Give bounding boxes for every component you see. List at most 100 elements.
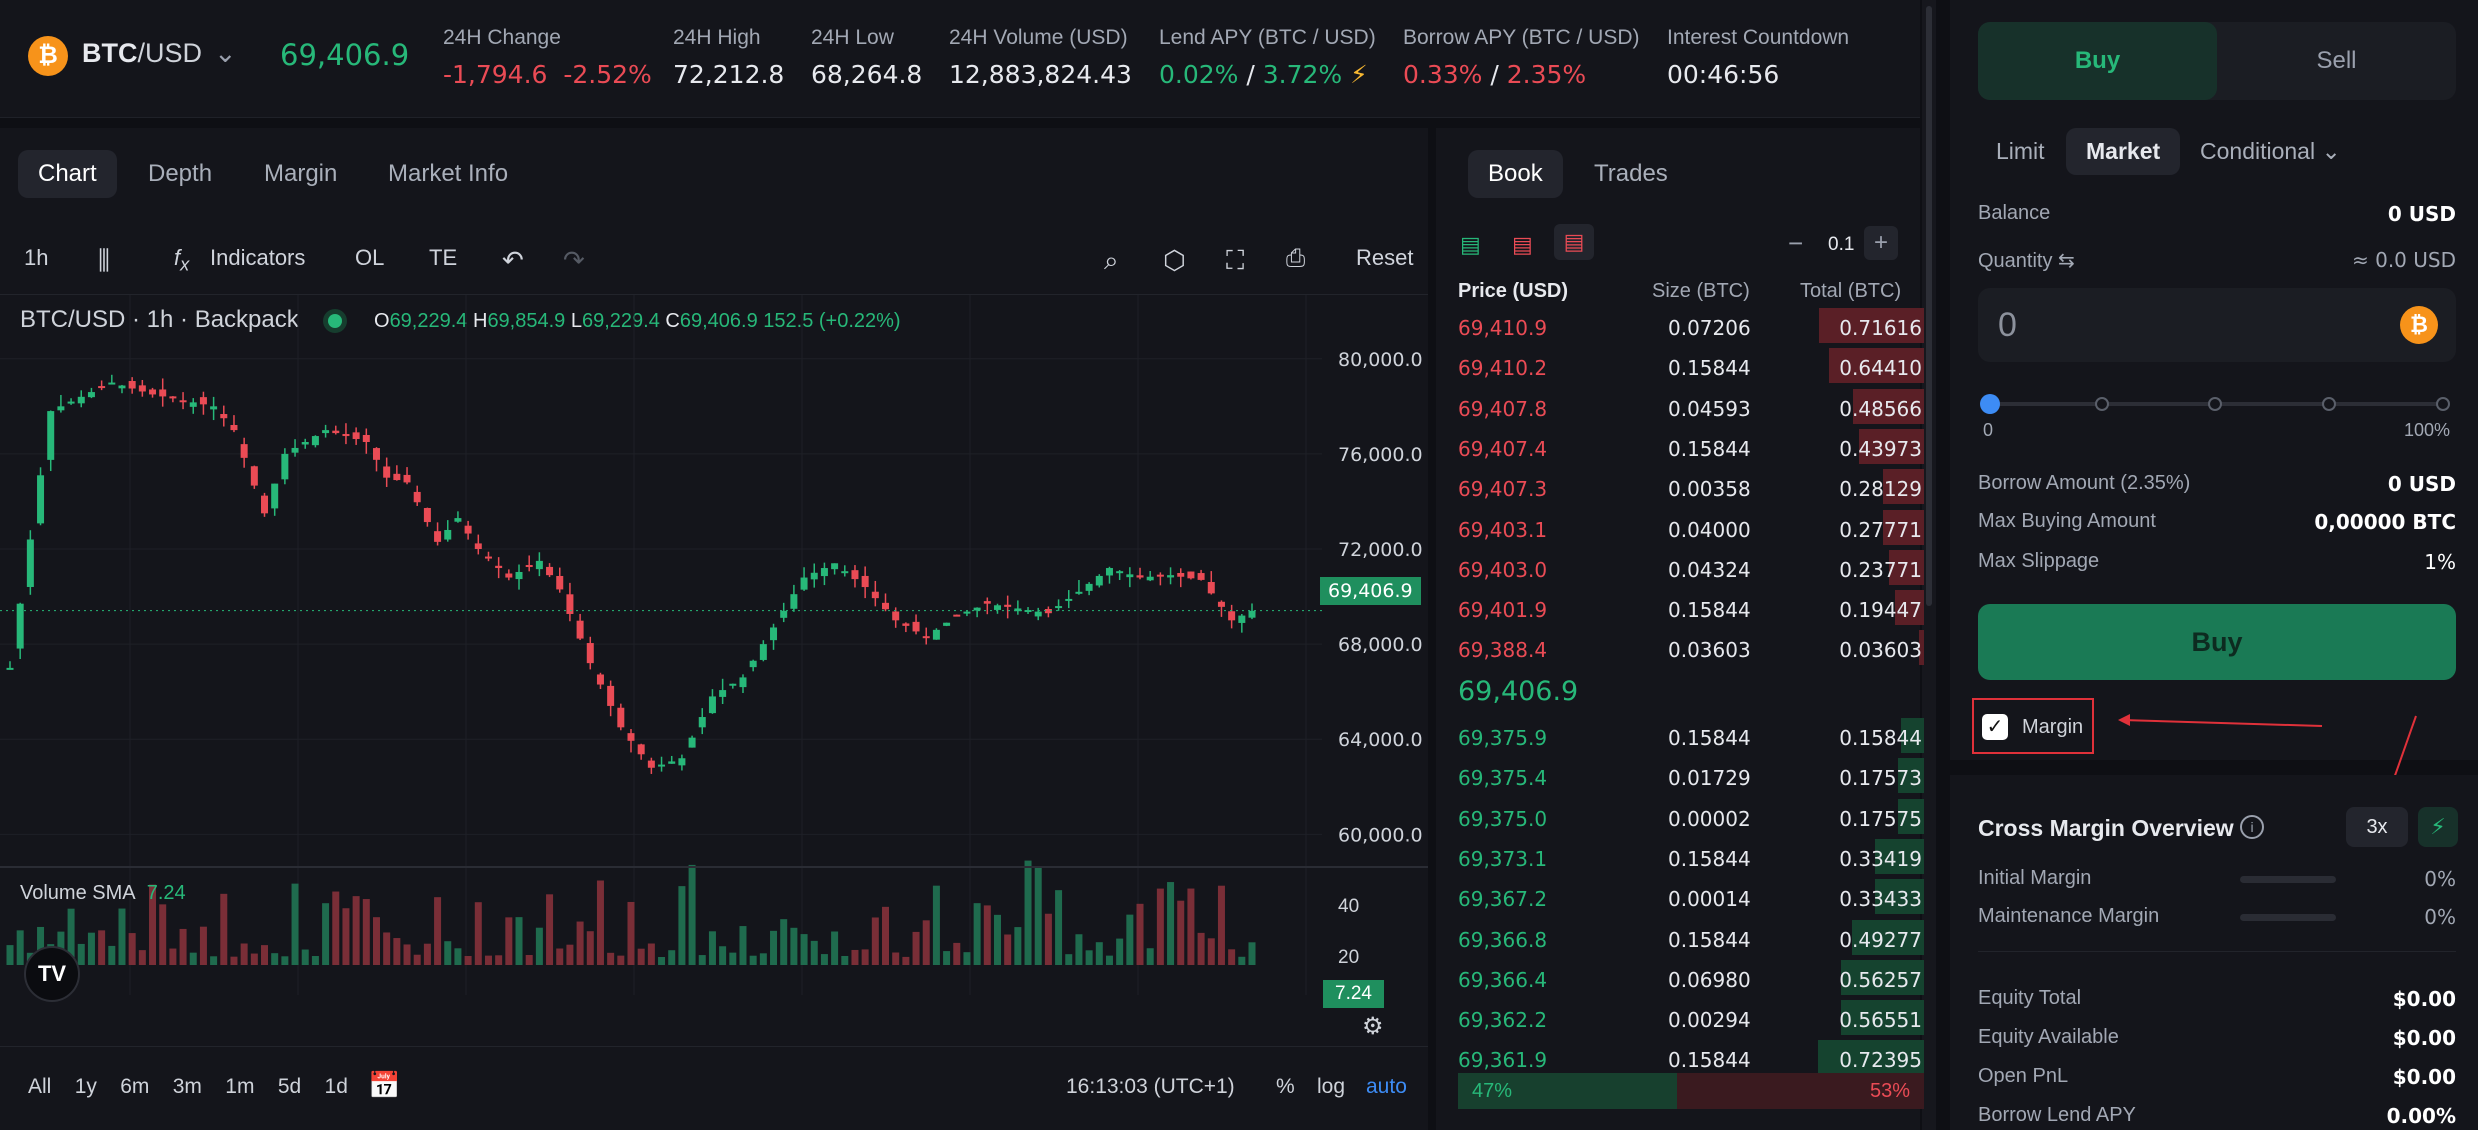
bid-row[interactable]: 69,375.4 0.01729 0.17573 xyxy=(1458,756,1924,796)
undo-icon[interactable]: ↶ xyxy=(502,245,524,276)
volume-bar xyxy=(1156,888,1164,965)
ask-row[interactable]: 69,403.1 0.04000 0.27771 xyxy=(1458,508,1924,548)
volume-bar xyxy=(240,943,248,965)
tab-market-info[interactable]: Market Info xyxy=(368,150,528,198)
candle-body xyxy=(1177,573,1185,577)
redo-icon[interactable]: ↷ xyxy=(563,245,585,276)
bid-row[interactable]: 69,367.2 0.00014 0.33433 xyxy=(1458,877,1924,917)
candle-type-icon[interactable]: ⫼ xyxy=(98,245,110,277)
info-icon[interactable]: i xyxy=(2240,815,2264,839)
swap-icon[interactable]: ⇆ xyxy=(2058,250,2075,272)
slider-handle[interactable] xyxy=(1980,394,2000,414)
ask-row[interactable]: 69,401.9 0.15844 0.19447 xyxy=(1458,588,1924,628)
camera-icon[interactable]: ⎙ xyxy=(1286,245,1305,273)
ask-row[interactable]: 69,388.4 0.03603 0.03603 xyxy=(1458,628,1924,668)
order-type-conditional[interactable]: Conditional ⌄ xyxy=(2200,138,2341,165)
zoom-icon[interactable]: ⌕ xyxy=(1104,245,1119,277)
stat-interest-countdown: Interest Countdown 00:46:56 xyxy=(1667,26,1849,89)
order-type-market[interactable]: Market xyxy=(2066,128,2181,175)
slider-tick-25[interactable] xyxy=(2095,397,2109,411)
buy-pct: 47% xyxy=(1472,1080,1513,1102)
buy-tab[interactable]: Buy xyxy=(1978,22,2217,100)
quantity-input[interactable]: 0 ₿ xyxy=(1978,288,2456,362)
symbol-quote: /USD xyxy=(137,38,203,68)
tab-depth[interactable]: Depth xyxy=(128,150,232,198)
view-bids-icon[interactable]: ▤ xyxy=(1554,224,1594,260)
range-1m[interactable]: 1m xyxy=(225,1075,254,1098)
sell-tab[interactable]: Sell xyxy=(2217,22,2456,100)
ask-row[interactable]: 69,403.0 0.04324 0.23771 xyxy=(1458,548,1924,588)
range-5d[interactable]: 5d xyxy=(278,1075,301,1098)
book-size: 0.04000 xyxy=(1668,517,1751,542)
quantity-input-value[interactable]: 0 xyxy=(1998,306,2017,345)
plus-icon[interactable]: + xyxy=(1864,226,1898,260)
candle-body xyxy=(332,430,340,434)
volume-bar xyxy=(820,954,828,965)
ask-row[interactable]: 69,407.4 0.15844 0.43973 xyxy=(1458,427,1924,467)
ask-row[interactable]: 69,407.8 0.04593 0.48566 xyxy=(1458,387,1924,427)
book-total: 0.19447 xyxy=(1839,598,1922,623)
slider-tick-50[interactable] xyxy=(2208,397,2222,411)
volume-bar xyxy=(800,934,808,965)
price-chart[interactable]: 80,000.0 76,000.0 72,000.0 68,000.0 64,000.0… xyxy=(0,295,1428,995)
max-slippage-value[interactable]: 1% xyxy=(2424,550,2456,574)
date-range-icon[interactable]: 📅 xyxy=(368,1070,400,1101)
axis-settings-icon[interactable]: ⚙ xyxy=(1362,1012,1384,1041)
bid-row[interactable]: 69,373.1 0.15844 0.33419 xyxy=(1458,837,1924,877)
scrollbar-thumb[interactable] xyxy=(1926,6,1932,606)
range-1y[interactable]: 1y xyxy=(75,1075,97,1098)
settings-hex-icon[interactable]: ⬡ xyxy=(1163,245,1186,276)
ol-button[interactable]: OL xyxy=(355,245,384,271)
bid-row[interactable]: 69,366.8 0.15844 0.49277 xyxy=(1458,918,1924,958)
candle-body xyxy=(261,495,269,514)
candle-body xyxy=(37,475,45,524)
reset-button[interactable]: Reset xyxy=(1356,245,1413,271)
tab-chart[interactable]: Chart xyxy=(18,150,117,198)
bid-row[interactable]: 69,375.0 0.00002 0.17575 xyxy=(1458,797,1924,837)
candle-body xyxy=(1024,610,1032,613)
range-6m[interactable]: 6m xyxy=(120,1075,149,1098)
bid-row[interactable]: 69,375.9 0.15844 0.15844 xyxy=(1458,716,1924,756)
bid-row[interactable]: 69,362.2 0.00294 0.56551 xyxy=(1458,998,1924,1038)
interval-selector[interactable]: 1h xyxy=(24,245,48,271)
te-button[interactable]: TE xyxy=(429,245,457,271)
tab-trades[interactable]: Trades xyxy=(1574,150,1688,198)
tab-book[interactable]: Book xyxy=(1468,150,1563,198)
volume-separator[interactable] xyxy=(0,866,1428,868)
range-3m[interactable]: 3m xyxy=(173,1075,202,1098)
indicators-button[interactable]: Indicators xyxy=(210,245,305,271)
volume-bar xyxy=(403,944,411,965)
margin-checkbox[interactable]: ✓ xyxy=(1982,714,2008,740)
percent-toggle[interactable]: % xyxy=(1276,1075,1295,1099)
order-type-limit[interactable]: Limit xyxy=(1996,138,2045,165)
view-asks-icon[interactable]: ▤ xyxy=(1512,232,1533,258)
fx-icon[interactable]: fx xyxy=(174,245,189,275)
lightning-icon[interactable]: ⚡ xyxy=(2418,807,2458,847)
minus-icon[interactable]: − xyxy=(1788,228,1803,259)
slider-tick-75[interactable] xyxy=(2322,397,2336,411)
ask-row[interactable]: 69,410.9 0.07206 0.71616 xyxy=(1458,306,1924,346)
range-all[interactable]: All xyxy=(28,1075,51,1098)
volume-bar xyxy=(1187,888,1195,965)
ask-row[interactable]: 69,410.2 0.15844 0.64410 xyxy=(1458,346,1924,386)
leverage-button[interactable]: 3x xyxy=(2346,807,2408,847)
auto-toggle[interactable]: auto xyxy=(1366,1075,1407,1099)
ask-row[interactable]: 69,407.3 0.00358 0.28129 xyxy=(1458,467,1924,507)
range-1d[interactable]: 1d xyxy=(325,1075,348,1098)
tradingview-logo-icon[interactable]: TV xyxy=(24,946,80,1002)
fullscreen-icon[interactable]: ⛶ xyxy=(1226,245,1244,277)
chevron-down-icon[interactable]: ⌄ xyxy=(214,38,237,68)
volume-bar xyxy=(749,955,757,965)
tab-margin[interactable]: Margin xyxy=(244,150,357,198)
log-toggle[interactable]: log xyxy=(1317,1075,1345,1099)
buy-sell-ratio: 47% 53% xyxy=(1458,1073,1924,1109)
stat-24h-volume: 24H Volume (USD) 12,883,824.43 xyxy=(949,26,1132,89)
candle-body xyxy=(16,603,24,649)
symbol-selector[interactable]: BTC/USD ⌄ xyxy=(82,38,237,69)
submit-buy-button[interactable]: Buy xyxy=(1978,604,2456,680)
scrollbar[interactable] xyxy=(1922,0,1936,1130)
view-both-icon[interactable]: ▤ xyxy=(1460,232,1481,258)
slider-tick-100[interactable] xyxy=(2436,397,2450,411)
chart-clock[interactable]: 16:13:03 (UTC+1) xyxy=(1066,1075,1235,1099)
bid-row[interactable]: 69,366.4 0.06980 0.56257 xyxy=(1458,958,1924,998)
